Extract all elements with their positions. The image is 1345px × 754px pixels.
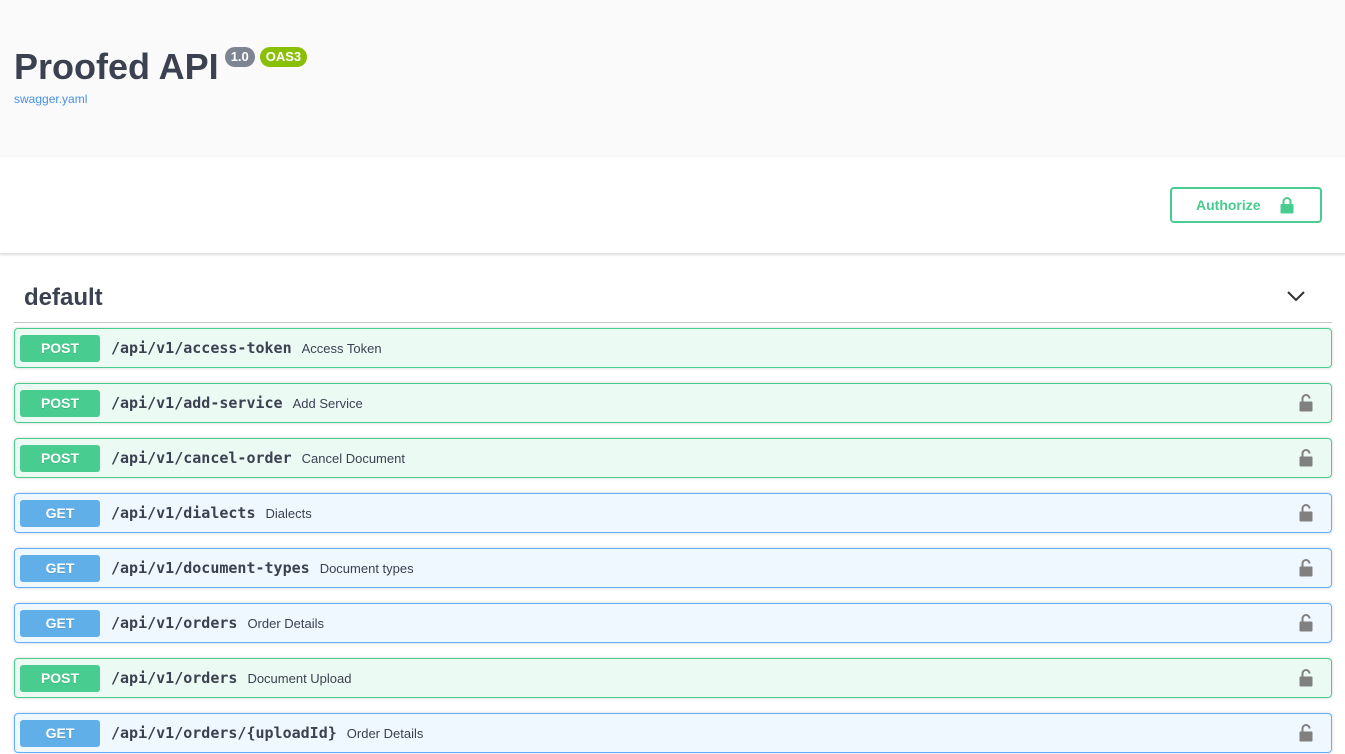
operation-row[interactable]: POST/api/v1/cancel-order Cancel Document <box>14 438 1332 478</box>
scheme-container: Authorize <box>0 157 1345 254</box>
operation-summary: Dialects <box>265 505 312 521</box>
operation-row[interactable]: POST/api/v1/add-service Add Service <box>14 383 1332 423</box>
operation-row[interactable]: GET/api/v1/dialects Dialects <box>14 493 1332 533</box>
operation-path: /api/v1/add-service <box>111 394 283 412</box>
operation-row[interactable]: GET/api/v1/orders/{uploadId} Order Detail… <box>14 713 1332 753</box>
operation-summary: Order Details <box>247 615 325 631</box>
operation-row[interactable]: POST/api/v1/access-token Access Token <box>14 328 1332 368</box>
authorize-label: Authorize <box>1196 197 1261 213</box>
operation-summary: Access Token <box>301 340 382 356</box>
operation-summary: Document types <box>319 560 414 576</box>
method-badge: GET <box>20 719 100 747</box>
method-badge: POST <box>20 334 100 362</box>
operation-summary: Cancel Document <box>301 450 405 466</box>
operations-list: POST/api/v1/access-token Access Token POST… <box>14 328 1332 754</box>
operation-path: /api/v1/orders <box>111 669 238 687</box>
operation-path: /api/v1/document-types <box>111 559 310 577</box>
operation-row[interactable]: GET/api/v1/document-types Document types <box>14 548 1332 588</box>
method-badge: POST <box>20 444 100 472</box>
operation-path: /api/v1/cancel-order <box>111 449 292 467</box>
spec-file-link[interactable]: swagger.yaml <box>14 92 87 106</box>
chevron-down-icon[interactable] <box>1286 290 1306 302</box>
operation-summary: Order Details <box>346 725 424 741</box>
lock-icon <box>1280 196 1294 214</box>
method-badge: GET <box>20 554 100 582</box>
operation-summary: Add Service <box>292 395 363 411</box>
tag-section-header[interactable]: default <box>14 272 1332 323</box>
padlock-icon[interactable] <box>1299 723 1313 742</box>
padlock-icon[interactable] <box>1299 393 1313 412</box>
operation-summary: Document Upload <box>247 670 352 686</box>
operation-path: /api/v1/orders/{uploadId} <box>111 724 337 742</box>
padlock-icon[interactable] <box>1299 613 1313 632</box>
operation-path: /api/v1/orders <box>111 614 238 632</box>
oas-badge: OAS3 <box>259 47 308 67</box>
method-badge: GET <box>20 499 100 527</box>
padlock-icon[interactable] <box>1299 448 1313 467</box>
operation-row[interactable]: POST/api/v1/orders Document Upload <box>14 658 1332 698</box>
padlock-icon[interactable] <box>1299 668 1313 687</box>
title-row: Proofed API 1.0 OAS3 <box>14 46 308 88</box>
version-badge: 1.0 <box>224 47 255 67</box>
authorize-button[interactable]: Authorize <box>1170 187 1322 223</box>
api-title: Proofed API <box>14 46 219 87</box>
method-badge: GET <box>20 609 100 637</box>
operation-path: /api/v1/dialects <box>111 504 256 522</box>
padlock-icon[interactable] <box>1299 558 1313 577</box>
method-badge: POST <box>20 389 100 417</box>
padlock-icon[interactable] <box>1299 503 1313 522</box>
operation-row[interactable]: GET/api/v1/orders Order Details <box>14 603 1332 643</box>
operation-path: /api/v1/access-token <box>111 339 292 357</box>
method-badge: POST <box>20 664 100 692</box>
api-info-header: Proofed API 1.0 OAS3 swagger.yaml <box>0 0 1345 157</box>
tag-title: default <box>24 284 103 311</box>
